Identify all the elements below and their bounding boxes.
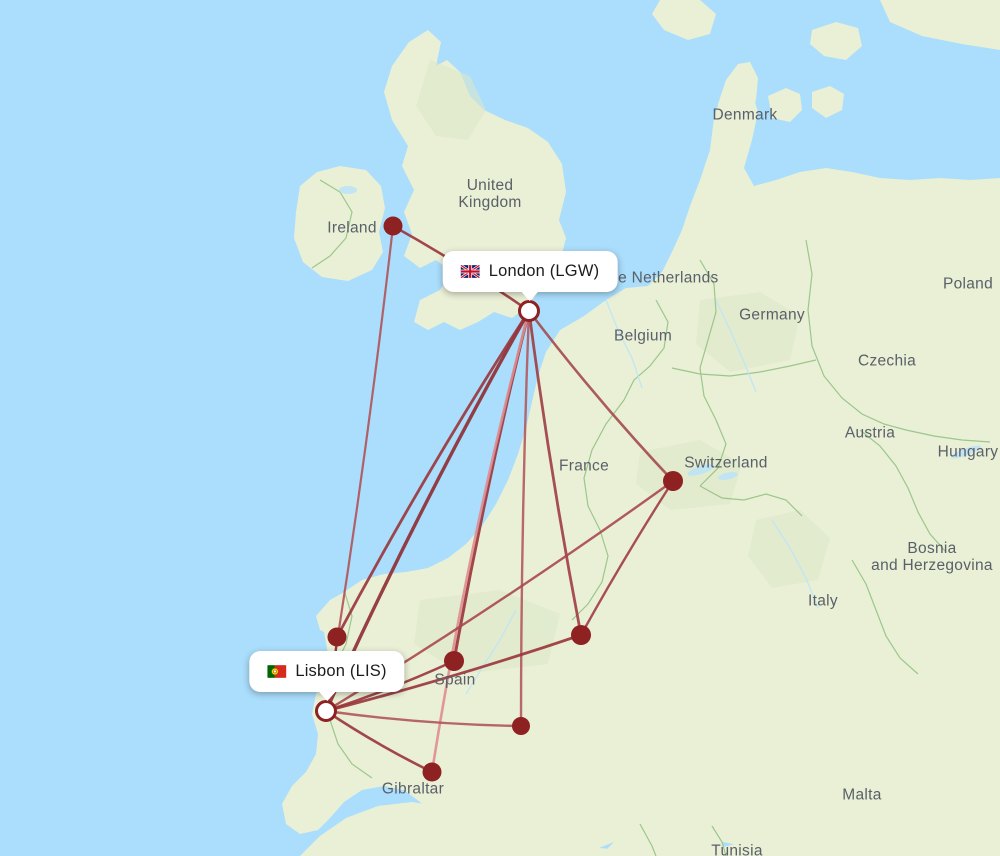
- tooltip-london[interactable]: London (LGW): [442, 251, 618, 301]
- airport-marker-dublin[interactable]: [383, 216, 403, 236]
- airport-marker-madrid[interactable]: [444, 651, 464, 671]
- tooltip-label-london: London (LGW): [488, 262, 600, 280]
- airport-marker-porto[interactable]: [327, 627, 347, 647]
- tooltip-tail: [521, 291, 539, 301]
- flight-route-lgw-bcn[interactable]: [527, 309, 583, 637]
- flight-route-lgw-mad[interactable]: [452, 309, 531, 663]
- airport-marker-geneva[interactable]: [663, 471, 683, 491]
- tooltip-label-lisbon: Lisbon (LIS): [295, 662, 387, 680]
- airport-marker-london-gatwick[interactable]: [518, 300, 540, 322]
- flight-routes-layer: [324, 224, 675, 774]
- airport-marker-lisbon[interactable]: [315, 700, 337, 722]
- portugal-flag: [267, 665, 287, 678]
- airport-marker-malaga[interactable]: [422, 762, 442, 782]
- flight-route-lgw-alc[interactable]: [519, 309, 531, 728]
- flight-route-gva-bcn[interactable]: [579, 479, 675, 637]
- flight-route-lgw-agp[interactable]: [430, 309, 531, 774]
- united-kingdom-flag: [460, 265, 480, 278]
- airport-marker-alicante[interactable]: [512, 717, 530, 735]
- flight-route-map[interactable]: Ireland United Kingdom Denmark The Netherla…: [0, 0, 1000, 856]
- airport-marker-barcelona[interactable]: [571, 625, 591, 645]
- tooltip-lisbon[interactable]: Lisbon (LIS): [249, 651, 405, 701]
- tooltip-tail: [318, 691, 336, 701]
- flight-route-lis-alc[interactable]: [324, 709, 523, 728]
